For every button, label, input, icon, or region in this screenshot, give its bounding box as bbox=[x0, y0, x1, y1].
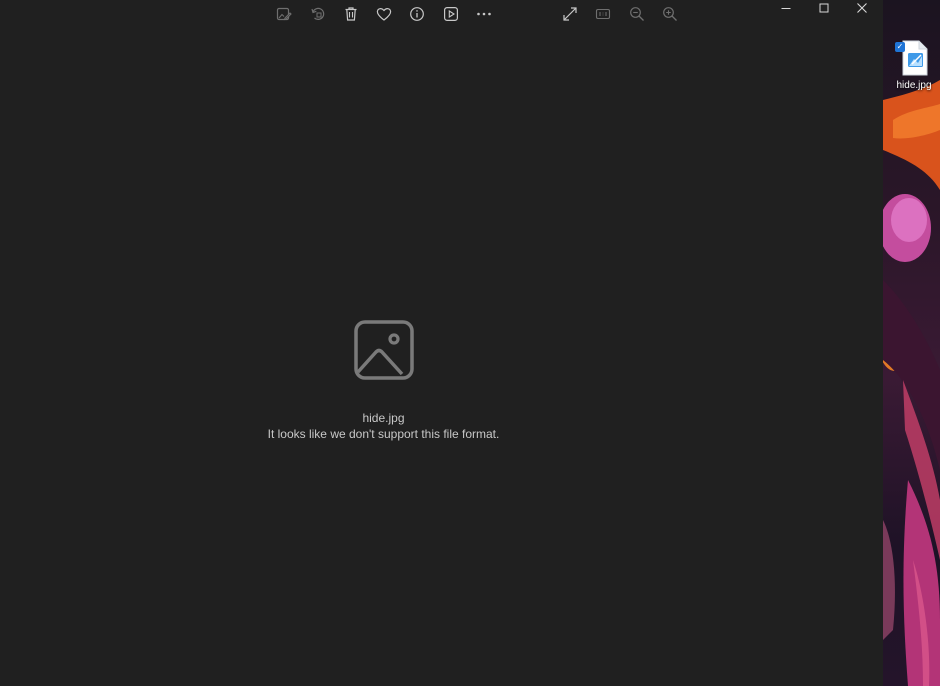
info-button[interactable] bbox=[406, 4, 428, 24]
maximize-button[interactable] bbox=[805, 0, 843, 16]
trash-icon bbox=[345, 7, 357, 21]
info-icon bbox=[410, 7, 424, 21]
favorite-button[interactable] bbox=[373, 4, 395, 24]
zoom-out-button[interactable] bbox=[626, 4, 648, 24]
edit-image-icon bbox=[276, 7, 292, 21]
close-icon bbox=[857, 3, 867, 13]
slideshow-button[interactable] bbox=[440, 4, 462, 24]
zoom-in-button[interactable] bbox=[659, 4, 681, 24]
slideshow-icon bbox=[444, 7, 459, 22]
rotate-button[interactable] bbox=[307, 4, 329, 24]
expand-icon bbox=[563, 7, 577, 21]
photos-app-window: hide.jpg It looks like we don't support … bbox=[0, 0, 883, 686]
edit-image-button[interactable] bbox=[273, 4, 295, 24]
maximize-icon bbox=[819, 3, 829, 13]
rotate-icon bbox=[311, 7, 325, 20]
file-name-label: hide.jpg bbox=[362, 411, 405, 425]
desktop-file-icon[interactable]: ✓ hide.jpg bbox=[888, 40, 940, 100]
selected-check-icon[interactable]: ✓ bbox=[895, 42, 905, 52]
error-message: It looks like we don't support this file… bbox=[267, 427, 500, 441]
actual-size-button[interactable] bbox=[592, 4, 614, 24]
minimize-button[interactable] bbox=[767, 0, 805, 16]
image-placeholder-icon bbox=[353, 320, 414, 380]
minimize-icon bbox=[781, 8, 791, 9]
wallpaper-art bbox=[883, 80, 940, 686]
desktop-file-label: hide.jpg bbox=[896, 80, 932, 91]
actual-size-icon bbox=[595, 8, 611, 20]
delete-button[interactable] bbox=[340, 4, 362, 24]
heart-icon bbox=[376, 8, 392, 21]
screen: ✓ hide.jpg hide.jpg It looks like we don… bbox=[0, 0, 940, 686]
desktop-wallpaper bbox=[883, 0, 940, 686]
toolbar bbox=[0, 0, 883, 28]
close-button[interactable] bbox=[843, 0, 881, 16]
more-options-button[interactable] bbox=[473, 4, 495, 24]
unsupported-format-message: hide.jpg It looks like we don't support … bbox=[0, 320, 767, 442]
more-icon bbox=[477, 12, 491, 16]
fullscreen-button[interactable] bbox=[559, 4, 581, 24]
zoom-in-icon bbox=[663, 7, 677, 21]
zoom-out-icon bbox=[630, 7, 644, 21]
